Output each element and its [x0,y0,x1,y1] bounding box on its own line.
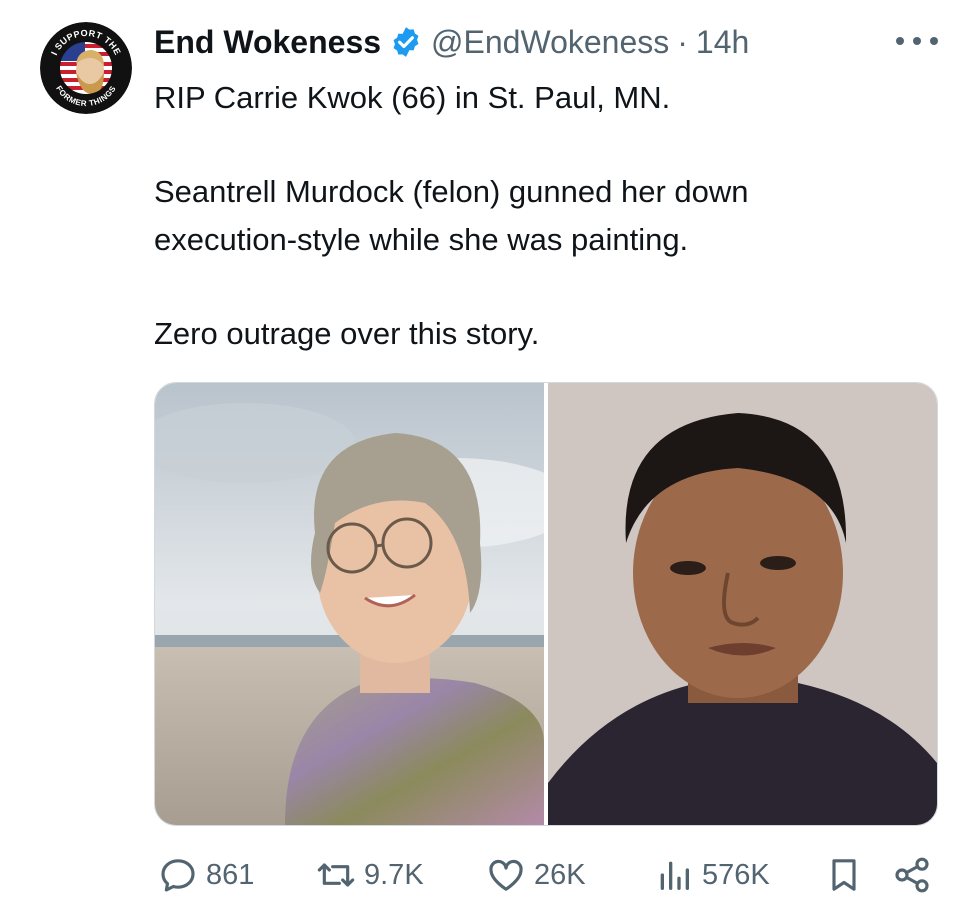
verified-badge-icon[interactable] [389,25,423,59]
bookmark-icon [832,859,856,891]
tweet-text: RIP Carrie Kwok (66) in St. Paul, MN. Se… [154,74,914,358]
tweet-actions: 861 9.7K 26K 576K [154,850,944,900]
photo-woman-beach[interactable] [155,383,544,825]
tweet-line-4: Zero outrage over this story. [154,316,540,351]
header-separator: · [677,23,688,60]
author-handle[interactable]: @EndWokeness [431,24,669,61]
author-name[interactable]: End Wokeness [154,24,381,61]
bookmark-button[interactable] [824,850,864,900]
tweet-media[interactable] [154,382,938,826]
reply-count: 861 [206,858,255,891]
repost-count: 9.7K [364,858,424,891]
more-dots-icon[interactable] [896,26,938,56]
tweet-line-2: Seantrell Murdock (felon) gunned her dow… [154,174,749,209]
reply-icon [161,859,195,892]
dot [930,37,938,45]
like-count: 26K [534,858,586,891]
views-chart-icon [660,861,689,890]
tweet-header: End Wokeness @EndWokeness · 14h [154,20,749,64]
views-count: 576K [702,858,770,891]
tweet-line-3: execution-style while she was painting. [154,222,689,257]
repost-icon [317,863,355,887]
photo-man-mugshot[interactable] [548,383,937,825]
tweet-timestamp[interactable]: 14h [696,24,749,61]
avatar-logo-image: I SUPPORT THE FORMER THINGS [40,22,132,114]
heart-icon [489,859,523,891]
like-button[interactable]: 26K [486,850,586,900]
tweet-line-1: RIP Carrie Kwok (66) in St. Paul, MN. [154,80,671,115]
reply-button[interactable]: 861 [158,850,254,900]
views-button[interactable]: 576K [654,850,770,900]
dot [913,37,921,45]
share-icon [895,857,929,893]
author-avatar[interactable]: I SUPPORT THE FORMER THINGS [40,22,132,114]
dot [896,37,904,45]
repost-button[interactable]: 9.7K [316,850,424,900]
share-button[interactable] [892,850,932,900]
